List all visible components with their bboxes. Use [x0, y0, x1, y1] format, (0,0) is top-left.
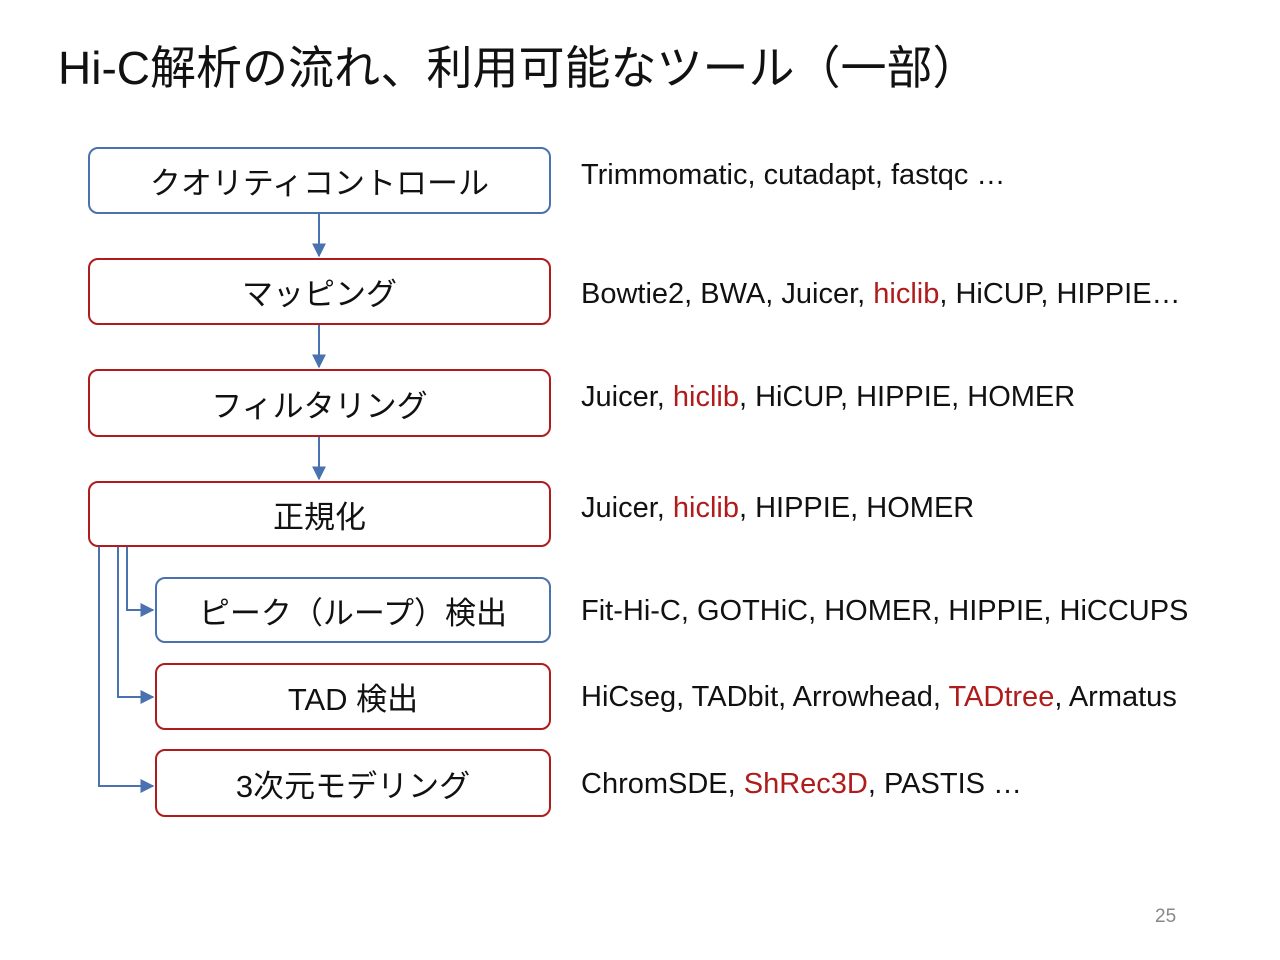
step-label: TAD 検出: [287, 682, 419, 717]
tool-text: , PASTIS …: [867, 768, 1023, 800]
tool-text: , HIPPIE, HOMER: [738, 492, 975, 524]
step-box-mapping: マッピング: [88, 258, 551, 325]
tools-quality-control: Trimmomatic, cutadapt, fastqc …: [581, 157, 1005, 193]
tool-text: Fit-Hi-C, GOTHiC, HOMER, HIPPIE, HiCCUPS: [581, 595, 1189, 627]
step-label: ピーク（ループ）検出: [198, 595, 508, 631]
tool-text: Bowtie2, BWA, Juicer,: [581, 278, 874, 310]
tools-tad-detection: HiCseg, TADbit, Arrowhead, TADtree, Arma…: [581, 679, 1177, 715]
tool-highlight: hiclib: [672, 492, 739, 524]
tools-normalization: Juicer, hiclib, HIPPIE, HOMER: [581, 490, 974, 526]
tool-highlight: hiclib: [672, 381, 739, 413]
tool-text: HiCseg, TADbit, Arrowhead,: [581, 681, 949, 713]
tools-filtering: Juicer, hiclib, HiCUP, HIPPIE, HOMER: [581, 379, 1075, 415]
step-box-quality-control: クオリティコントロール: [88, 147, 551, 214]
step-box-3d-modeling: 3次元モデリング: [155, 749, 551, 817]
step-label: クオリティコントロール: [149, 166, 490, 201]
page-number: 25: [1155, 906, 1177, 927]
tool-text: Juicer,: [581, 381, 673, 413]
tools-3d-modeling: ChromSDE, ShRec3D, PASTIS …: [581, 766, 1022, 802]
step-box-peak-detection: ピーク（ループ）検出: [155, 577, 551, 643]
step-label: 正規化: [273, 499, 366, 535]
tool-text: , Armatus: [1054, 681, 1177, 713]
tool-highlight: hiclib: [873, 278, 940, 310]
step-label: マッピング: [242, 277, 397, 312]
arrow-normalization-to-tad: [117, 546, 155, 704]
tools-mapping: Bowtie2, BWA, Juicer, hiclib, HiCUP, HIP…: [581, 276, 1181, 312]
tool-text: Trimmomatic, cutadapt, fastqc …: [581, 159, 1006, 191]
tool-text: , HiCUP, HIPPIE, HOMER: [738, 381, 1076, 413]
tool-highlight: TADtree: [948, 681, 1055, 713]
step-label: フィルタリング: [211, 388, 428, 424]
arrow-normalization-to-peak: [126, 546, 155, 617]
tool-highlight: ShRec3D: [743, 768, 868, 800]
step-box-filtering: フィルタリング: [88, 369, 551, 437]
step-box-tad-detection: TAD 検出: [155, 663, 551, 730]
tool-text: ChromSDE,: [581, 768, 744, 800]
tool-text: , HiCUP, HIPPIE…: [939, 278, 1181, 310]
tool-text: Juicer,: [581, 492, 673, 524]
step-box-normalization: 正規化: [88, 481, 551, 547]
tools-peak-detection: Fit-Hi-C, GOTHiC, HOMER, HIPPIE, HiCCUPS: [581, 593, 1188, 629]
step-label: 3次元モデリング: [235, 768, 471, 804]
